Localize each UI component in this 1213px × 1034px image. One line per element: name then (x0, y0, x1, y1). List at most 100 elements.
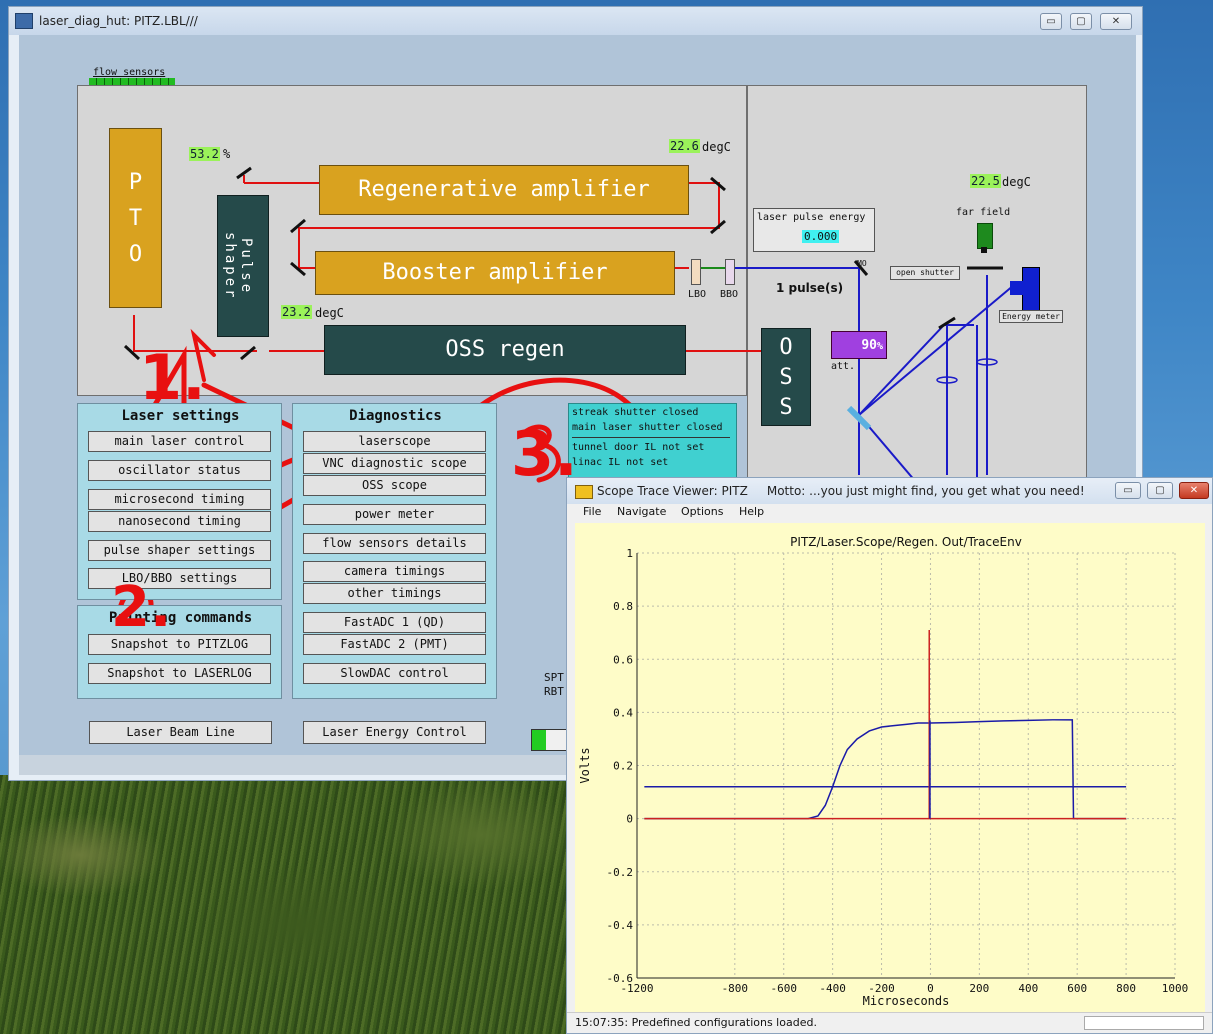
app-icon (15, 13, 33, 29)
open-shutter-button[interactable]: open shutter (890, 266, 960, 280)
oss-letter: S (779, 395, 793, 420)
status-line: main laser shutter closed (572, 422, 723, 433)
maximize-icon[interactable]: ▢ (1070, 13, 1092, 30)
lbo-label: LBO (688, 289, 707, 300)
level-indicator-fill (532, 730, 546, 750)
menu-options[interactable]: Options (681, 505, 723, 518)
status-line: tunnel door IL not set (572, 442, 705, 453)
fastadc1-button[interactable]: FastADC 1 (QD) (303, 612, 486, 633)
pulse-shaper-box[interactable]: Pulse shaper (217, 195, 269, 337)
scope-maximize-icon[interactable]: ▢ (1147, 482, 1173, 499)
laser-pulse-energy-value: 0.000 (802, 230, 840, 243)
temp-hut-unit: degC (1002, 175, 1031, 189)
desktop-background-grass (0, 775, 575, 1034)
y-tick-label: 0 (626, 813, 633, 826)
laser-pulse-energy-label: laser pulse energy (757, 212, 866, 223)
camera-timings-button[interactable]: camera timings (303, 561, 486, 582)
energy-meter-icon[interactable] (1022, 267, 1040, 311)
far-field-camera-icon[interactable] (977, 223, 993, 249)
nanosecond-timing-button[interactable]: nanosecond timing (88, 511, 271, 532)
scope-close-icon[interactable]: ✕ (1179, 482, 1209, 499)
main-titlebar[interactable]: laser_diag_hut: PITZ.LBL/// ▭ ▢ ✕ (9, 7, 1142, 35)
temp-regen-value: 22.6 (669, 139, 700, 153)
x-tick-label: -400 (819, 982, 846, 995)
menu-navigate[interactable]: Navigate (617, 505, 666, 518)
x-tick-label: 600 (1067, 982, 1087, 995)
laser-beam-line-button[interactable]: Laser Beam Line (89, 721, 272, 744)
scope-status-bar: 15:07:35: Predefined configurations load… (567, 1012, 1212, 1033)
scope-app-icon (575, 485, 593, 499)
scope-minimize-icon[interactable]: ▭ (1115, 482, 1141, 499)
pto-letter: T (128, 206, 143, 231)
pto-letter: O (128, 242, 143, 267)
scope-window-title: Scope Trace Viewer: PITZ Motto: ...you j… (597, 484, 1085, 498)
y-tick-label: -0.4 (607, 919, 634, 932)
regenerative-amplifier-box[interactable]: Regenerative amplifier (319, 165, 689, 215)
diagnostics-title: Diagnostics (349, 408, 442, 424)
bbo-crystal[interactable] (725, 259, 735, 285)
pto-percent-value: 53.2 (189, 147, 220, 161)
energy-meter-head (1010, 281, 1024, 295)
booster-amplifier-box[interactable]: Booster amplifier (315, 251, 675, 295)
oscillator-status-button[interactable]: oscillator status (88, 460, 271, 481)
y-tick-label: 1 (626, 547, 633, 560)
printing-commands-group: Printing commands Snapshot to PITZLOG Sn… (77, 605, 282, 699)
other-timings-button[interactable]: other timings (303, 583, 486, 604)
plot-area[interactable]: -1200 -800 -600 -400 -200 0 200 400 600 800 1000 -0… (575, 523, 1205, 1013)
energy-meter-button[interactable]: Energy meter (999, 310, 1063, 323)
oss-scope-button[interactable]: OSS scope (303, 475, 486, 496)
scope-trace-viewer-window[interactable]: Scope Trace Viewer: PITZ Motto: ...you j… (566, 477, 1213, 1034)
lbo-crystal[interactable] (691, 259, 701, 285)
scope-titlebar[interactable]: Scope Trace Viewer: PITZ Motto: ...you j… (567, 478, 1212, 504)
main-laser-control-button[interactable]: main laser control (88, 431, 271, 452)
menu-file[interactable]: File (583, 505, 601, 518)
laserscope-button[interactable]: laserscope (303, 431, 486, 452)
status-line: linac IL not set (572, 457, 669, 468)
fastadc2-button[interactable]: FastADC 2 (PMT) (303, 634, 486, 655)
attenuator-box[interactable]: 90% (831, 331, 887, 359)
attenuator-value: 90 (861, 338, 877, 353)
pto-percent-unit: % (223, 147, 231, 161)
pto-box[interactable]: P T O (109, 128, 162, 308)
diagnostics-group: Diagnostics laserscope VNC diagnostic sc… (292, 403, 497, 699)
y-tick-label: -0.6 (607, 972, 634, 985)
y-tick-label: 0.8 (613, 600, 633, 613)
snapshot-laserlog-button[interactable]: Snapshot to LASERLOG (88, 663, 271, 684)
y-tick-label: 0.4 (613, 706, 633, 719)
printing-commands-title: Printing commands (108, 610, 253, 626)
menu-help[interactable]: Help (739, 505, 764, 518)
annotation-1: 1. (139, 341, 206, 414)
y-tick-label: 0.6 (613, 653, 633, 666)
temp-hut-value: 22.5 (970, 174, 1001, 188)
flow-sensors-details-button[interactable]: flow sensors details (303, 533, 486, 554)
laser-energy-control-button[interactable]: Laser Energy Control (303, 721, 486, 744)
oss-letter: O (779, 335, 793, 360)
spt-label: SPT (544, 671, 564, 684)
pulses-label: 1 pulse(s) (776, 281, 844, 295)
scope-status-text: 15:07:35: Predefined configurations load… (575, 1016, 817, 1029)
oss-regen-box[interactable]: OSS regen (324, 325, 686, 375)
oss-letter: S (779, 365, 793, 390)
x-tick-label: 400 (1018, 982, 1038, 995)
temp-booster-value: 23.2 (281, 305, 312, 319)
pto-letter: P (128, 170, 143, 195)
chart-title: PITZ/Laser.Scope/Regen. Out/TraceEnv (790, 535, 1022, 549)
far-field-label: far field (956, 207, 1011, 218)
vnc-diagnostic-scope-button[interactable]: VNC diagnostic scope (303, 453, 486, 474)
level-indicator (531, 729, 569, 751)
x-tick-label: 200 (969, 982, 989, 995)
microsecond-timing-button[interactable]: microsecond timing (88, 489, 271, 510)
x-tick-label: -600 (770, 982, 797, 995)
x-axis-label: Microseconds (863, 994, 950, 1008)
x-tick-label: 1000 (1162, 982, 1189, 995)
status-line: streak shutter closed (572, 407, 699, 418)
slowdac-control-button[interactable]: SlowDAC control (303, 663, 486, 684)
laser-pulse-energy-box: laser pulse energy 0.000 (753, 208, 875, 252)
bbo-label: BBO (720, 289, 739, 300)
minimize-icon[interactable]: ▭ (1040, 13, 1062, 30)
scope-chart[interactable]: -1200 -800 -600 -400 -200 0 200 400 600 800 1000-0… (575, 523, 1205, 1013)
close-icon[interactable]: ✕ (1100, 13, 1132, 30)
power-meter-button[interactable]: power meter (303, 504, 486, 525)
pulse-shaper-settings-button[interactable]: pulse shaper settings (88, 540, 271, 561)
oss-box[interactable]: O S S (761, 328, 811, 426)
